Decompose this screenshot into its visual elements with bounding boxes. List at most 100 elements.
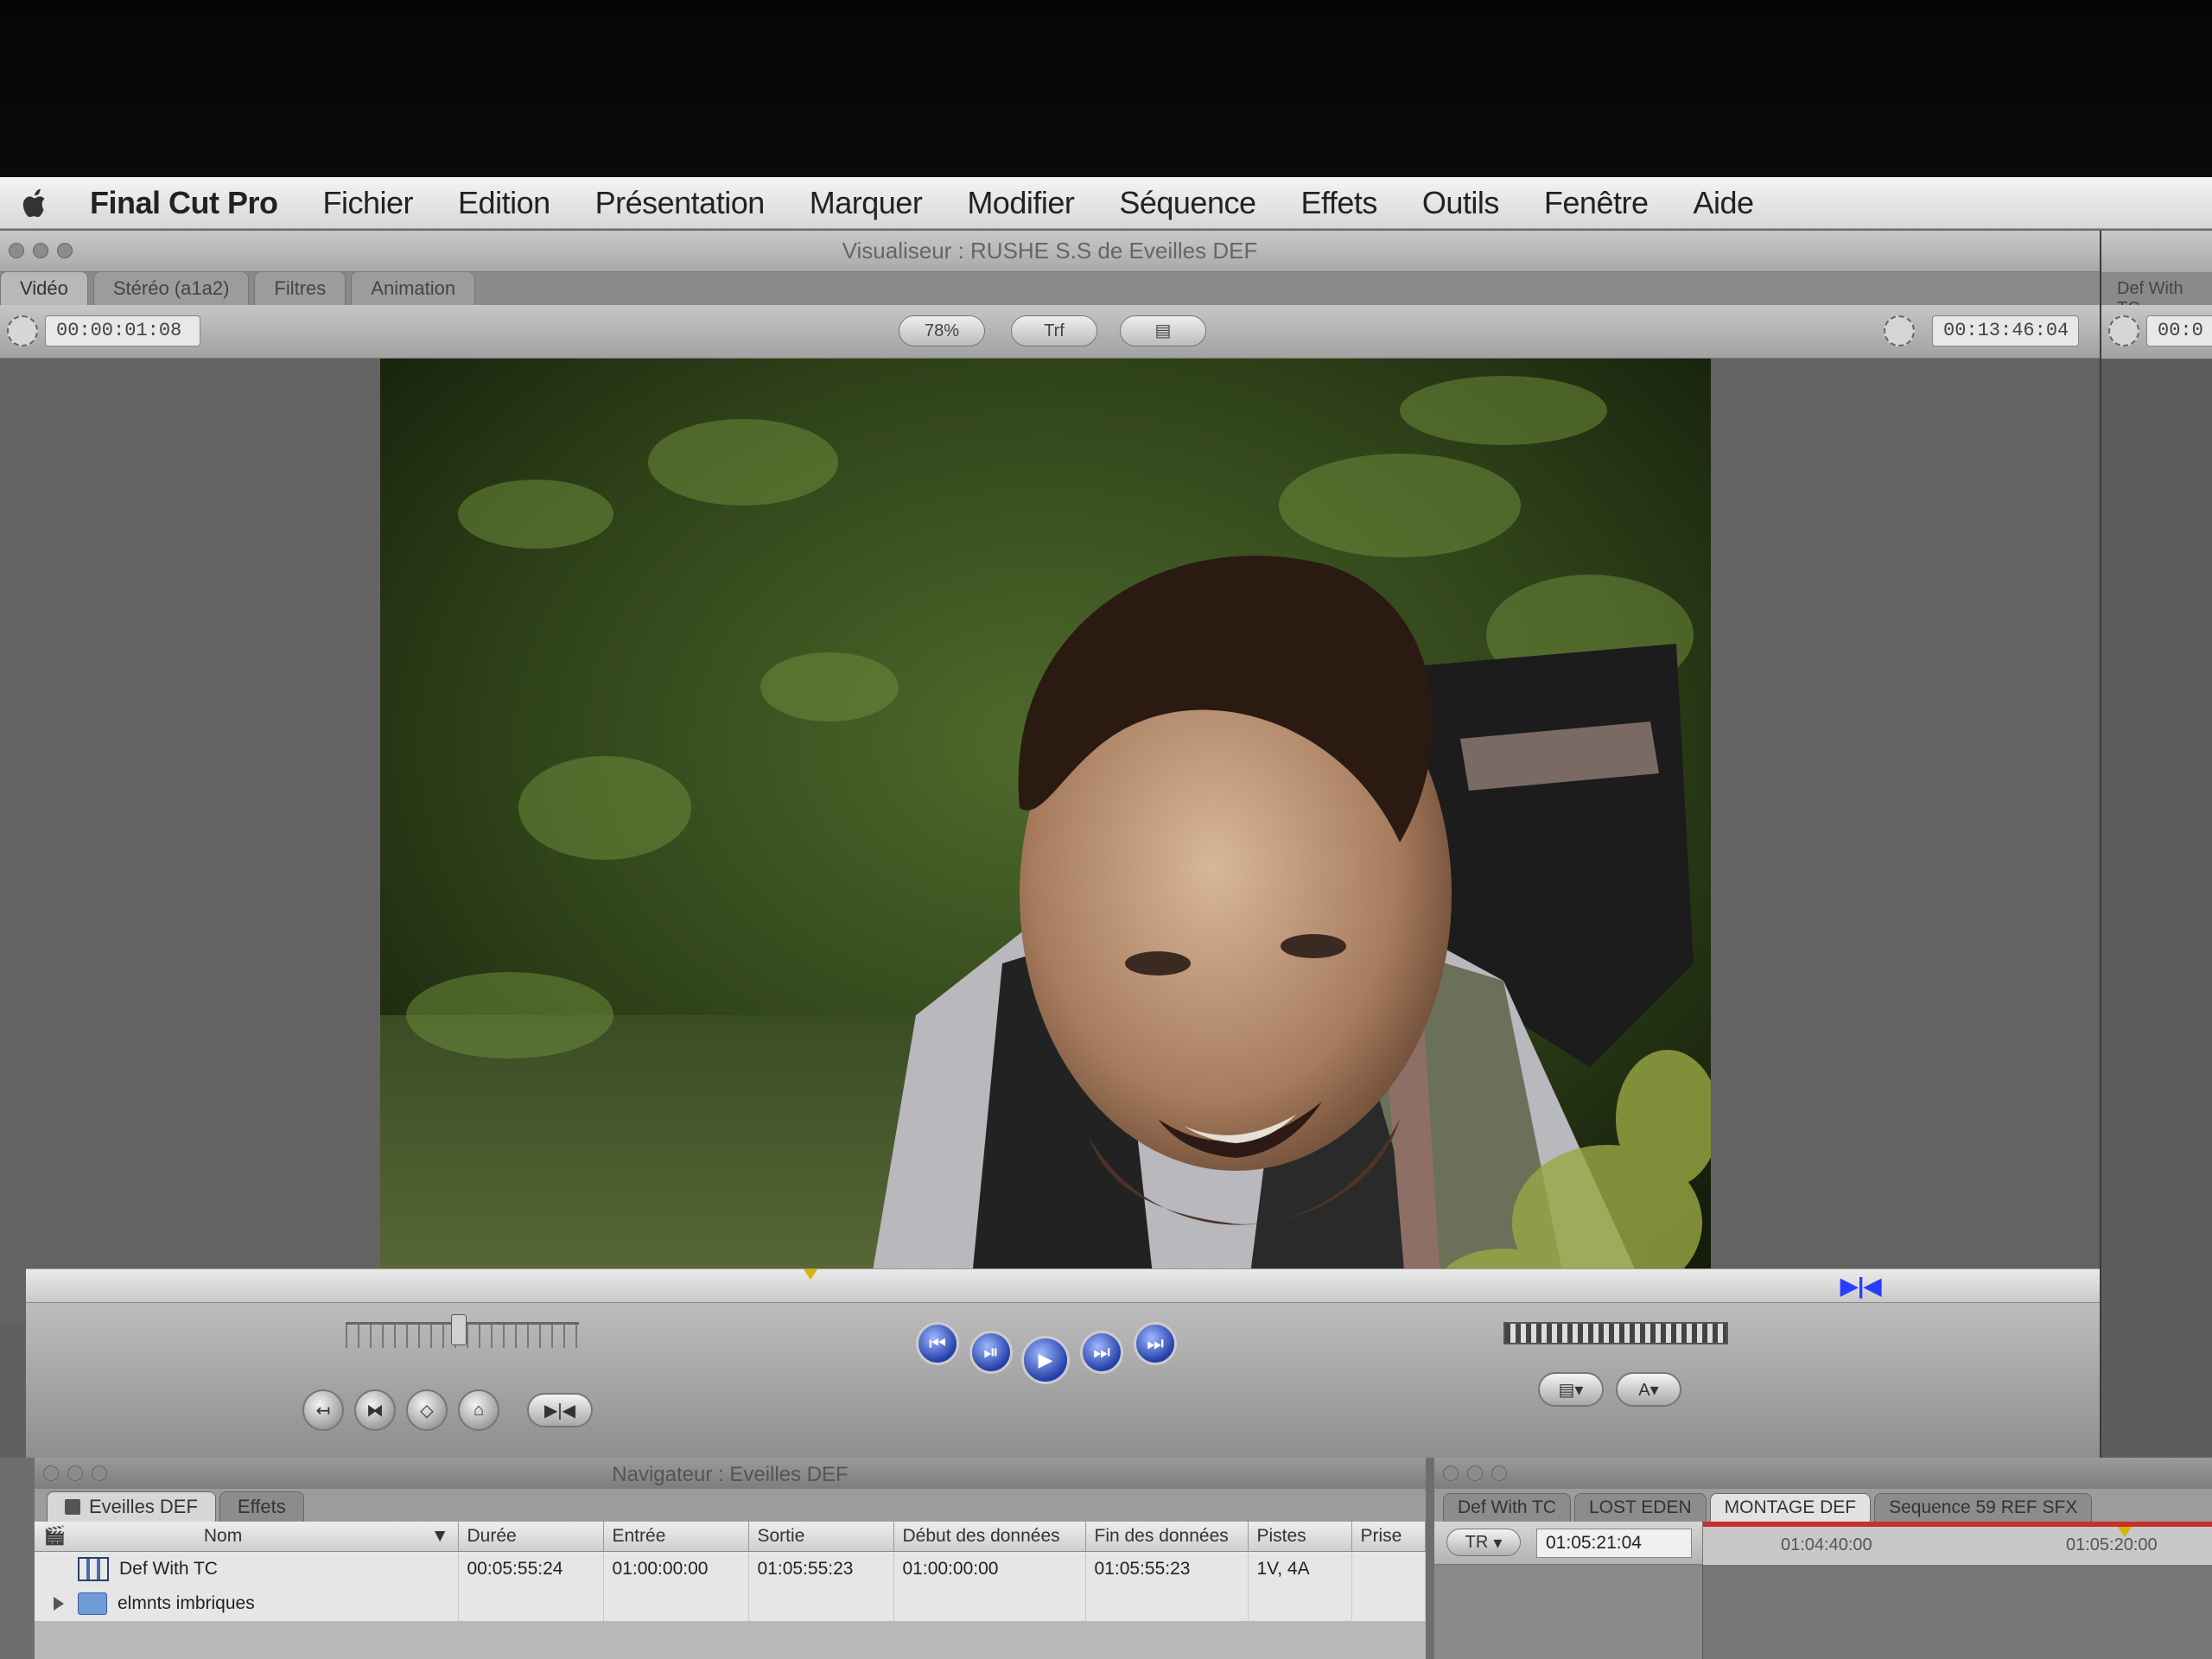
canvas-timecode-icon	[2108, 315, 2139, 346]
play-in-to-out-button[interactable]: ⏯	[969, 1331, 1013, 1374]
viewer-tabs: Vidéo Stéréo (a1a2) Filtres Animation	[0, 271, 2100, 305]
row-name-cell: Def With TC	[78, 1556, 449, 1581]
monitor-screen: Final Cut Pro Fichier Edition Présentati…	[0, 177, 2212, 1659]
table-row[interactable]: elmnts imbriques	[35, 1586, 1426, 1621]
scrubber-bar[interactable]: ▶|◀	[26, 1268, 2100, 1303]
column-fin-donnees[interactable]: Fin des données	[1085, 1522, 1249, 1552]
add-keyframe-button[interactable]: ◇	[406, 1389, 448, 1431]
mark-clip-button[interactable]: ⧓	[354, 1389, 396, 1431]
tab-lost-eden[interactable]: LOST EDEN	[1573, 1493, 1707, 1522]
add-marker-button[interactable]: ⌂	[458, 1389, 499, 1431]
row-prise	[1351, 1551, 1426, 1586]
play-button[interactable]: ▶	[1021, 1336, 1070, 1384]
timeline-close-button[interactable]	[1443, 1465, 1459, 1481]
tracks-content[interactable]	[1702, 1565, 2212, 1659]
shuttle-knob[interactable]	[451, 1314, 467, 1345]
column-prise[interactable]: Prise	[1351, 1522, 1426, 1552]
recent-clips-popup[interactable]: ▤▾	[1538, 1372, 1604, 1407]
go-to-in-point-button[interactable]: ⏮	[916, 1322, 959, 1365]
tab-animation[interactable]: Animation	[351, 271, 476, 305]
render-bar	[1703, 1522, 2212, 1527]
timecode-current-field[interactable]: 00:13:46:04	[1932, 315, 2079, 346]
bin-folder-icon	[78, 1592, 107, 1615]
row-debut	[893, 1586, 1086, 1621]
tab-video[interactable]: Vidéo	[0, 271, 88, 305]
overlay-popup[interactable]: ▤	[1120, 315, 1206, 346]
tab-stereo[interactable]: Stéréo (a1a2)	[92, 271, 250, 305]
clapper-icon: 🎬	[43, 1525, 67, 1546]
menu-fichier[interactable]: Fichier	[323, 185, 414, 221]
menu-marquer[interactable]: Marquer	[810, 185, 923, 221]
row-prise	[1351, 1586, 1426, 1621]
transport-controls: ⏮ ⏯ ▶ ⏭ ⏭ ↤ ⧓ ◇ ⌂ ▶|◀ ▤▾ A▾	[26, 1303, 2100, 1458]
ruler-label: 01:04:40:00	[1781, 1535, 1872, 1554]
apple-menu-icon[interactable]	[17, 184, 55, 222]
menu-fenetre[interactable]: Fenêtre	[1544, 185, 1649, 221]
menu-bar: Final Cut Pro Fichier Edition Présentati…	[0, 177, 2212, 229]
viewer-titlebar[interactable]: Visualiseur : RUSHE S.S de Eveilles DEF	[0, 231, 2100, 272]
menu-presentation[interactable]: Présentation	[595, 185, 766, 221]
tab-def-with-tc[interactable]: Def With TC	[1443, 1493, 1571, 1522]
menu-effets[interactable]: Effets	[1301, 185, 1378, 221]
in-out-marker-icon[interactable]: ▶|◀	[1840, 1273, 1881, 1300]
row-name: Def With TC	[119, 1558, 218, 1579]
timeline-titlebar[interactable]	[1434, 1458, 2212, 1489]
column-pistes[interactable]: Pistes	[1248, 1522, 1352, 1552]
timeline-zoom-button[interactable]	[1491, 1465, 1507, 1481]
tab-filtres[interactable]: Filtres	[254, 271, 346, 305]
canvas-titlebar[interactable]	[2101, 231, 2212, 272]
row-duree: 00:05:55:24	[458, 1551, 604, 1586]
browser-titlebar[interactable]: Navigateur : Eveilles DEF	[35, 1458, 1426, 1489]
mark-in-out-button[interactable]: ▶|◀	[527, 1393, 593, 1427]
go-to-out-point-button[interactable]: ⏭	[1134, 1322, 1177, 1365]
row-sortie	[748, 1586, 894, 1621]
disclosure-triangle-icon[interactable]	[54, 1596, 64, 1611]
match-frame-button[interactable]: ↤	[302, 1389, 344, 1431]
tab-sequence-59[interactable]: Sequence 59 REF SFX	[1874, 1493, 2093, 1522]
generator-popup[interactable]: A▾	[1616, 1372, 1681, 1407]
tab-montage-def[interactable]: MONTAGE DEF	[1709, 1493, 1872, 1522]
playhead-marker[interactable]	[804, 1269, 817, 1280]
view-popup[interactable]: Trf	[1011, 315, 1097, 346]
play-around-current-button[interactable]: ⏭	[1080, 1331, 1123, 1374]
sequence-icon	[78, 1556, 109, 1581]
column-duree[interactable]: Durée	[458, 1522, 604, 1552]
menu-app-name[interactable]: Final Cut Pro	[90, 185, 278, 221]
canvas-tab[interactable]: Def With TC	[2101, 272, 2212, 318]
browser-table: 🎬 Nom ▼ Durée Entrée Sortie Début des do…	[35, 1522, 1426, 1621]
viewer-toolbar: 00:00:01:08 78% Trf ▤ 00:13:46:04	[0, 305, 2100, 359]
row-debut: 01:00:00:00	[893, 1551, 1086, 1586]
sort-arrow-icon: ▼	[430, 1525, 449, 1546]
track-popup[interactable]: TR ▾	[1446, 1529, 1521, 1556]
column-nom-label: Nom	[203, 1525, 243, 1546]
timecode-duration-field[interactable]: 00:00:01:08	[45, 315, 200, 346]
timeline-ruler[interactable]: 01:04:40:00 01:05:20:00	[1702, 1522, 2212, 1565]
column-debut-donnees[interactable]: Début des données	[893, 1522, 1086, 1552]
timeline-timecode-field[interactable]: 01:05:21:04	[1536, 1529, 1692, 1558]
column-entree[interactable]: Entrée	[603, 1522, 749, 1552]
zoom-popup[interactable]: 78%	[899, 315, 985, 346]
browser-title: Navigateur : Eveilles DEF	[612, 1463, 849, 1486]
column-sortie[interactable]: Sortie	[748, 1522, 894, 1552]
timeline-tabs: Def With TC LOST EDEN MONTAGE DEF Sequen…	[1434, 1489, 2212, 1522]
jog-control[interactable]	[1503, 1322, 1728, 1344]
timeline-toolbar: TR ▾ 01:05:21:04 01:04:40:00 01:05:20:00	[1434, 1522, 2212, 1565]
tab-eveilles-def-label: Eveilles DEF	[89, 1496, 198, 1517]
menu-aide[interactable]: Aide	[1694, 185, 1755, 221]
column-nom[interactable]: 🎬 Nom ▼	[35, 1522, 459, 1552]
tab-effets[interactable]: Effets	[219, 1491, 304, 1522]
canvas-timecode-field[interactable]: 00:0	[2146, 315, 2212, 346]
menu-sequence[interactable]: Séquence	[1119, 185, 1256, 221]
menu-modifier[interactable]: Modifier	[967, 185, 1075, 221]
tab-eveilles-def[interactable]: Eveilles DEF	[47, 1491, 216, 1522]
video-frame[interactable]	[380, 359, 1711, 1322]
row-sortie: 01:05:55:23	[748, 1551, 894, 1586]
timeline-playhead[interactable]	[2118, 1527, 2132, 1537]
table-row[interactable]: Def With TC 00:05:55:24 01:00:00:00 01:0…	[35, 1551, 1426, 1586]
menu-edition[interactable]: Edition	[458, 185, 550, 221]
shuttle-control[interactable]	[346, 1314, 579, 1348]
menu-outils[interactable]: Outils	[1422, 185, 1500, 221]
timeline-minimize-button[interactable]	[1467, 1465, 1483, 1481]
ruler-label: 01:05:20:00	[2066, 1535, 2158, 1554]
canvas-panel: Def With TC 00:0	[2100, 231, 2212, 1458]
